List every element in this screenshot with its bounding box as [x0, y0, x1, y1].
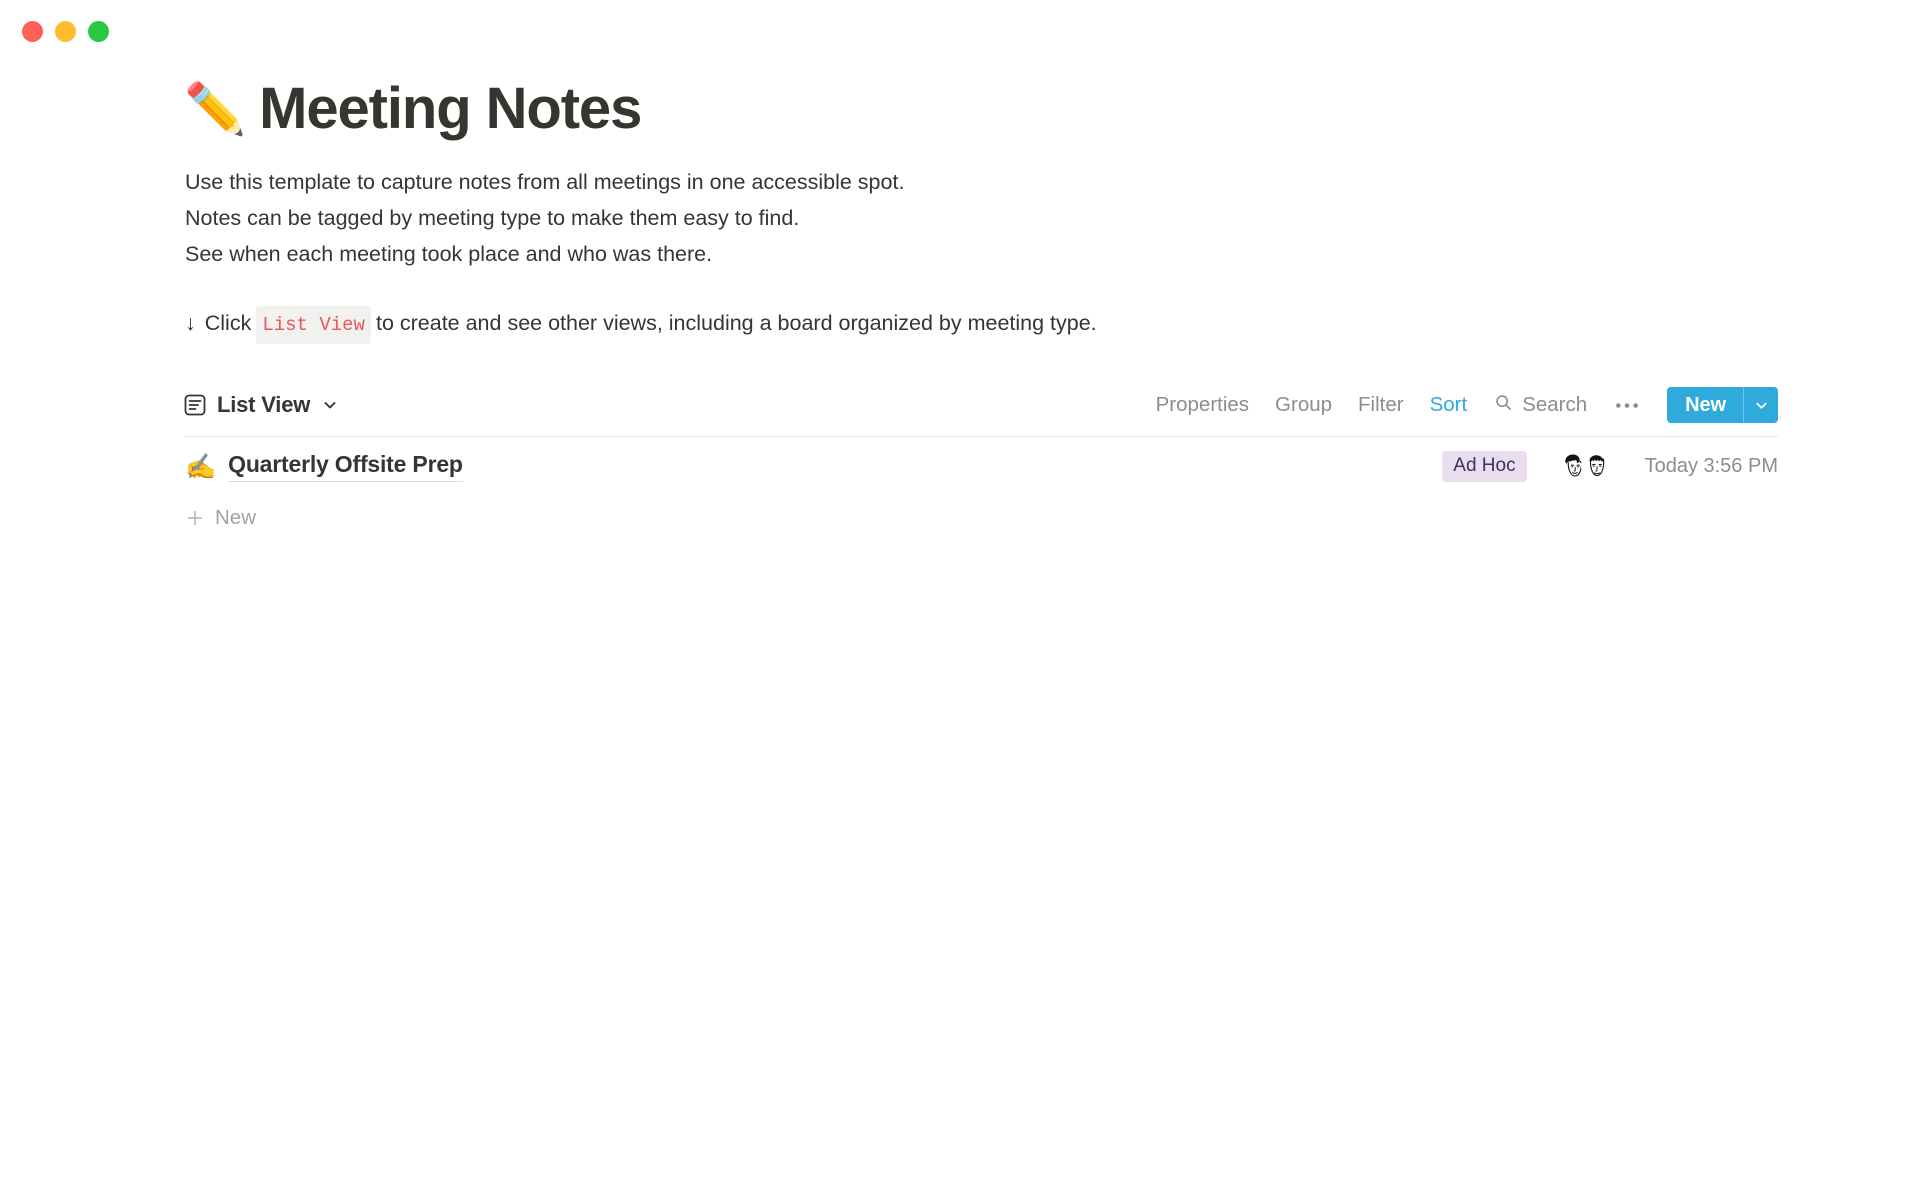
callout-after-text: to create and see other views, including… [375, 311, 1097, 335]
toolbar-properties-button[interactable]: Properties [1143, 393, 1262, 417]
page-content: ✏️ Meeting Notes Use this template to ca… [183, 80, 1778, 541]
description-line: See when each meeting took place and who… [185, 242, 713, 266]
row-title-group: ✍️ Quarterly Offsite Prep [185, 451, 463, 482]
page-title: ✏️ Meeting Notes [184, 80, 1778, 138]
toolbar-group-button[interactable]: Group [1262, 393, 1345, 417]
search-icon [1494, 393, 1513, 418]
database-toolbar: List View Properties Group Filter Sort S… [183, 382, 1778, 428]
toolbar-filter-button[interactable]: Filter [1345, 393, 1417, 417]
chevron-down-icon[interactable] [322, 397, 338, 413]
more-options-button[interactable] [1600, 401, 1654, 410]
description-line: Use this template to capture notes from … [185, 170, 905, 194]
callout-before-text: Click [204, 311, 252, 335]
writing-hand-icon: ✍️ [185, 451, 217, 481]
inline-code-list-view: List View [256, 306, 371, 344]
avatar [1580, 450, 1613, 482]
window-maximize-button[interactable] [88, 20, 109, 42]
callout-instruction: ↓ Click List View to create and see othe… [185, 306, 1778, 344]
new-button-chevron-down-icon[interactable] [1743, 387, 1778, 423]
new-row-label: New [215, 506, 257, 529]
new-button[interactable]: New [1667, 387, 1743, 423]
new-button-group: New [1667, 387, 1778, 423]
list-view-icon [183, 393, 207, 417]
view-tab-label: List View [217, 392, 311, 417]
avatar-group [1558, 450, 1613, 482]
status-badge: Ad Hoc [1442, 450, 1527, 482]
search-label: Search [1522, 393, 1588, 416]
table-row[interactable]: ✍️ Quarterly Offsite Prep Ad Hoc Today 3… [183, 437, 1778, 495]
toolbar-sort-button[interactable]: Sort [1417, 393, 1481, 417]
plus-icon [185, 508, 205, 528]
new-row-button[interactable]: New [183, 495, 1778, 541]
description-line: Notes can be tagged by meeting type to m… [185, 206, 800, 230]
pencil-icon: ✏️ [184, 80, 246, 138]
page-description: Use this template to capture notes from … [185, 164, 1778, 272]
row-timestamp: Today 3:56 PM [1644, 454, 1778, 477]
row-meta-group: Ad Hoc Today 3:56 PM [1442, 450, 1778, 482]
view-tab-list-view[interactable]: List View [183, 392, 338, 418]
toolbar-actions: Properties Group Filter Sort Search New [1143, 387, 1778, 423]
row-title[interactable]: Quarterly Offsite Prep [228, 451, 463, 482]
search-button[interactable]: Search [1480, 393, 1600, 418]
page-title-text: Meeting Notes [259, 76, 642, 141]
page-container: ✏️ Meeting Notes Use this template to ca… [0, 62, 1920, 541]
arrow-down-icon: ↓ [185, 311, 196, 335]
window-title-bar [0, 0, 1920, 62]
window-close-button[interactable] [22, 20, 43, 42]
window-minimize-button[interactable] [55, 20, 76, 42]
